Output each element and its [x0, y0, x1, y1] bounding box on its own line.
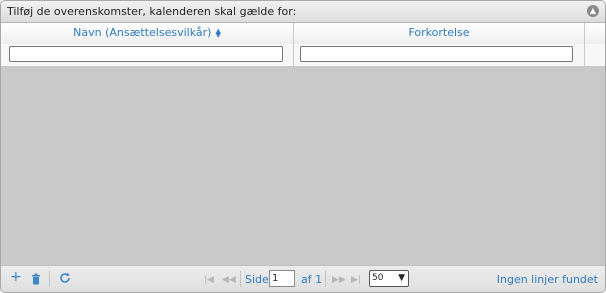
- column-header-forkortelse-label: Forkortelse: [408, 26, 470, 39]
- last-page-icon[interactable]: ▶|: [351, 274, 361, 286]
- refresh-icon[interactable]: [59, 272, 71, 286]
- trash-icon[interactable]: [31, 273, 41, 287]
- overenskomster-grid-panel: Tilføj de overenskomster, kalenderen ska…: [0, 0, 606, 293]
- collapse-icon[interactable]: ▲: [587, 5, 599, 17]
- page-size-select[interactable]: 50 ▼: [369, 270, 409, 287]
- pager-separator: [240, 271, 241, 287]
- page-count: af 1: [301, 273, 323, 286]
- panel-titlebar: Tilføj de overenskomster, kalenderen ska…: [1, 1, 605, 23]
- first-page-icon[interactable]: |◀: [204, 274, 214, 286]
- column-header-forkortelse[interactable]: Forkortelse: [294, 23, 585, 44]
- record-count-text: Ingen linjer fundet: [496, 273, 598, 286]
- panel-title: Tilføj de overenskomster, kalenderen ska…: [7, 5, 297, 18]
- filter-input-navn[interactable]: [9, 46, 283, 62]
- pager-separator: [49, 271, 50, 287]
- grid-header: Navn (Ansættelsesvilkår) ▲ ▼ Forkortelse: [1, 23, 605, 45]
- grid-body: [1, 67, 605, 265]
- filter-input-forkortelse[interactable]: [300, 46, 573, 62]
- chevron-down-icon: ▼: [398, 273, 405, 283]
- column-header-navn[interactable]: Navn (Ansættelsesvilkår) ▲ ▼: [1, 23, 294, 44]
- prev-page-icon[interactable]: ◀◀: [222, 274, 236, 286]
- plus-icon[interactable]: +: [10, 270, 22, 284]
- page-size-value: 50: [372, 273, 384, 283]
- page-number-input[interactable]: 1: [269, 270, 295, 287]
- page-label: Side: [245, 273, 269, 286]
- filter-cell-navn: [1, 44, 294, 66]
- pager-separator: [325, 271, 326, 287]
- filter-toolbar: [1, 44, 605, 67]
- sort-icon[interactable]: ▲ ▼: [215, 28, 220, 39]
- next-page-icon[interactable]: ▶▶: [332, 274, 346, 286]
- pager: + |◀ ◀◀ Side 1 af 1 ▶▶ ▶| 50 ▼ Ingen lin…: [1, 265, 605, 292]
- filter-cell-forkortelse: [294, 44, 585, 66]
- column-header-navn-label: Navn (Ansættelsesvilkår): [73, 26, 212, 39]
